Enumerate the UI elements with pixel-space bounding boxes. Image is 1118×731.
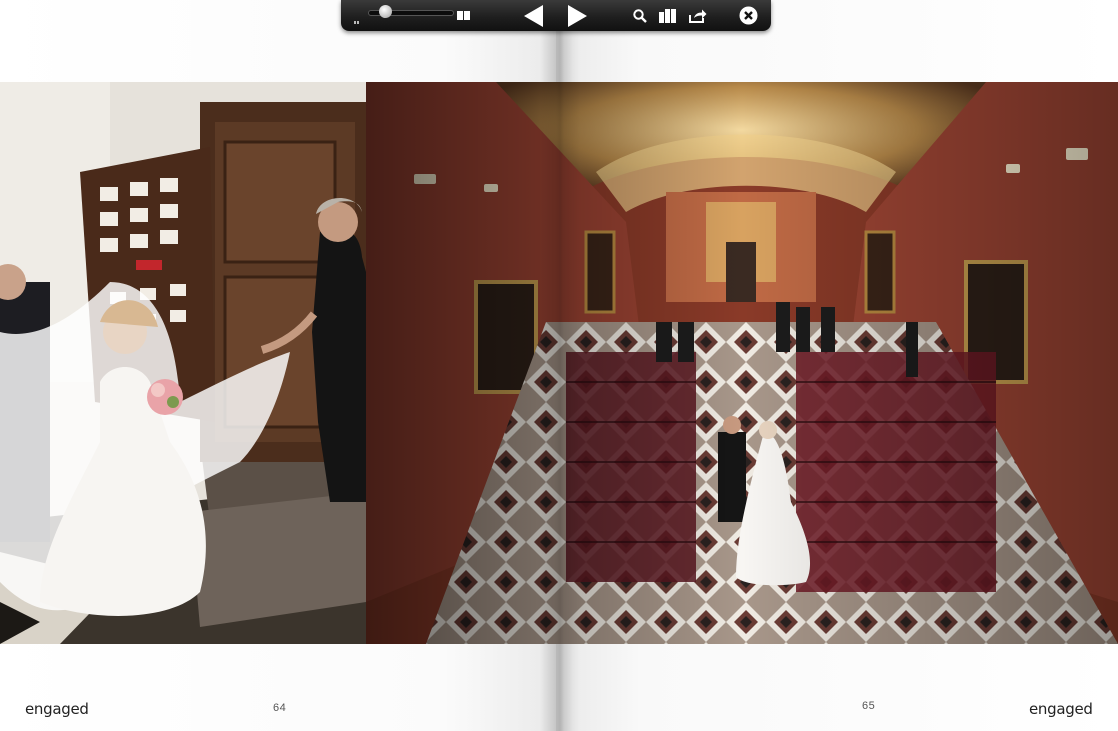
magnifier-icon [633,8,647,23]
left-page-number: 64 [273,702,287,714]
bride-veil-doorway-photo [0,82,366,644]
right-page-brand: engaged [1029,700,1093,718]
church-aisle-wedding-photo [366,82,1118,644]
next-page-button[interactable] [564,0,590,31]
search-button[interactable] [630,0,650,31]
small-pages-icon[interactable] [354,11,360,24]
close-circle-icon [739,6,757,25]
previous-page-button[interactable] [521,0,547,31]
large-pages-icon[interactable] [454,0,474,31]
share-arrow-icon [689,9,707,23]
triangle-left-icon [524,4,543,27]
thumbnails-icon [659,8,676,23]
close-button[interactable] [737,0,759,31]
triangle-right-icon [568,4,587,27]
left-page-brand: engaged [25,700,89,718]
photo-band [0,82,1118,644]
magazine-spread: engaged 64 65 engaged [0,0,1118,731]
viewer-toolbar [341,0,771,31]
right-page-number: 65 [862,700,876,712]
zoom-slider-handle[interactable] [378,5,392,18]
thumbnails-button[interactable] [657,0,679,31]
share-button[interactable] [686,0,710,31]
